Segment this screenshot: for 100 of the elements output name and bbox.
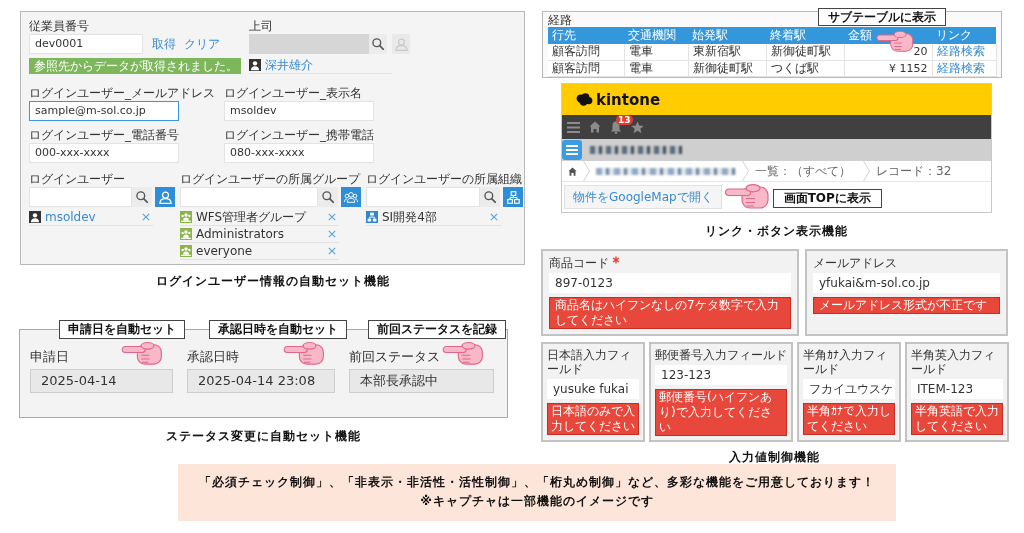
group-select-button[interactable] [341,187,361,207]
error-message: メールアドレス形式が不正です [813,297,1000,314]
field-label: メールアドレス [813,256,897,270]
field-label: ログインユーザーの所属組織 [366,172,522,186]
user-avatar-icon [249,59,261,71]
pointing-hand-icon [442,341,484,365]
callout-label: 申請日を自動セット [59,320,185,339]
remove-button[interactable] [328,247,336,255]
search-field[interactable] [366,187,480,207]
search-icon [136,191,148,203]
column-header: 交通機関 [624,27,688,44]
table-cell: 東新宿駅 [688,44,766,60]
text-field[interactable]: msoldev [224,101,374,121]
group-name: WFS管理者グループ [196,210,307,224]
field-label: 半角英入力フィールド [911,348,996,376]
field-label: 従業員番号 [29,19,89,33]
open-map-button[interactable]: 物件をGoogleMapで開く [564,185,722,209]
org-chart-icon [366,211,378,223]
user-avatar-icon [29,211,41,223]
read-only-field: 2025-04-14 [30,369,173,393]
record-count: レコード：32 [876,164,952,178]
text-field[interactable]: sample@m-sol.co.jp [29,101,179,121]
star-icon[interactable] [631,120,644,134]
close-icon [328,230,336,238]
figure-caption: リンク・ボタン表示機能 [705,224,848,238]
group-name: Administrators [196,227,285,241]
field-label: ログインユーザー_メールアドレス [29,86,215,100]
remove-button[interactable] [490,213,498,221]
search-button[interactable] [480,187,500,207]
search-icon [372,38,384,50]
callout-label: 画面TOPに表示 [772,189,882,208]
success-message: 参照先からデータが取得されました。 [29,58,241,74]
field-label: ログインユーザー [29,172,125,186]
text-field[interactable]: yusuke fukai [547,379,639,399]
breadcrumb-link[interactable]: 一覧：（すべて） [755,164,851,178]
column-header: 終着駅 [766,27,844,44]
read-only-field: 本部長承認中 [349,369,494,393]
organization-name: SI開発4部 [382,210,437,224]
action-link[interactable]: クリア [184,35,220,53]
text-field[interactable]: 080-xxx-xxxx [224,143,374,163]
field-label: ログインユーザーの所属グループ [180,172,360,186]
search-button[interactable] [318,187,338,207]
group-name: everyone [196,244,253,258]
field-label: 申請日 [30,349,69,364]
field-label: ログインユーザー_電話番号 [29,128,179,142]
pointing-hand-icon [121,341,163,365]
close-icon [142,213,150,221]
error-message: 郵便番号(ハイフンあり)で入力してください [655,389,787,436]
group-icon [180,228,192,240]
error-message: 半角ｶﾅで入力してください [803,403,895,435]
field-label: ログインユーザー_表示名 [224,86,362,100]
search-icon [322,191,334,203]
person-icon [394,37,408,51]
callout-label: 前回ステータスを記録 [368,320,506,339]
figure-caption: ログインユーザー情報の自動セット機能 [155,274,390,288]
pointing-hand-icon [283,341,325,365]
figure-caption: ステータス変更に自動セット機能 [166,429,361,443]
remove-button[interactable] [142,213,150,221]
close-icon [328,213,336,221]
error-message: 商品名はハイフンなしの7ケタ数字で入力してください [549,297,791,329]
column-header: リンク [932,27,996,44]
text-field[interactable]: yfukai&m-sol.co.jp [813,273,1000,293]
column-header: 行先 [548,27,624,44]
banner-text: 「必須チェック制御」、「非表示・非活性・活性制御」、「桁丸め制御」など、多彩な機能をご用意しております！ [199,474,875,491]
remove-button[interactable] [328,213,336,221]
remove-button[interactable] [328,230,336,238]
close-icon [490,213,498,221]
field-label: 商品コード [549,256,609,270]
group-icon [180,211,192,223]
subtable-title: 経路 [548,13,572,27]
field-label: 承認日時 [187,349,239,364]
home-icon[interactable] [589,121,601,133]
field-label: 半角ｶﾅ入力フィールド [803,348,888,376]
organization-select-button[interactable] [503,187,523,207]
field-label: 前回ステータス [349,349,440,364]
action-link[interactable]: 取得 [152,35,176,53]
home-icon[interactable] [568,166,577,176]
callout-label: 承認日時を自動セット [209,320,347,339]
search-field[interactable] [180,187,318,207]
close-icon [328,247,336,255]
list-icon[interactable] [562,140,582,160]
figure-caption: 入力値制御機能 [729,450,820,464]
field-label: 日本語入力フィールド [547,348,632,376]
search-field[interactable] [29,187,132,207]
table-cell: 顧客訪問 [548,44,624,60]
menu-icon[interactable] [567,121,580,133]
field-label: 上司 [249,19,273,33]
text-field[interactable]: ITEM-123 [911,379,1003,399]
text-field[interactable]: 897-0123 [549,273,791,293]
user-select-button[interactable] [155,187,175,207]
read-only-field: 2025-04-14 23:08 [187,369,335,393]
text-field[interactable]: 000-xxx-xxxx [29,143,179,163]
column-header: 始発駅 [688,27,766,44]
logo-text: kintone [596,90,661,109]
table-cell: 電車 [624,44,688,60]
text-field[interactable]: 123-123 [655,365,787,385]
search-button[interactable] [132,187,152,207]
text-field[interactable]: フカイユウスケ [803,379,895,399]
search-button[interactable] [369,34,387,54]
text-field[interactable]: dev0001 [29,34,143,54]
